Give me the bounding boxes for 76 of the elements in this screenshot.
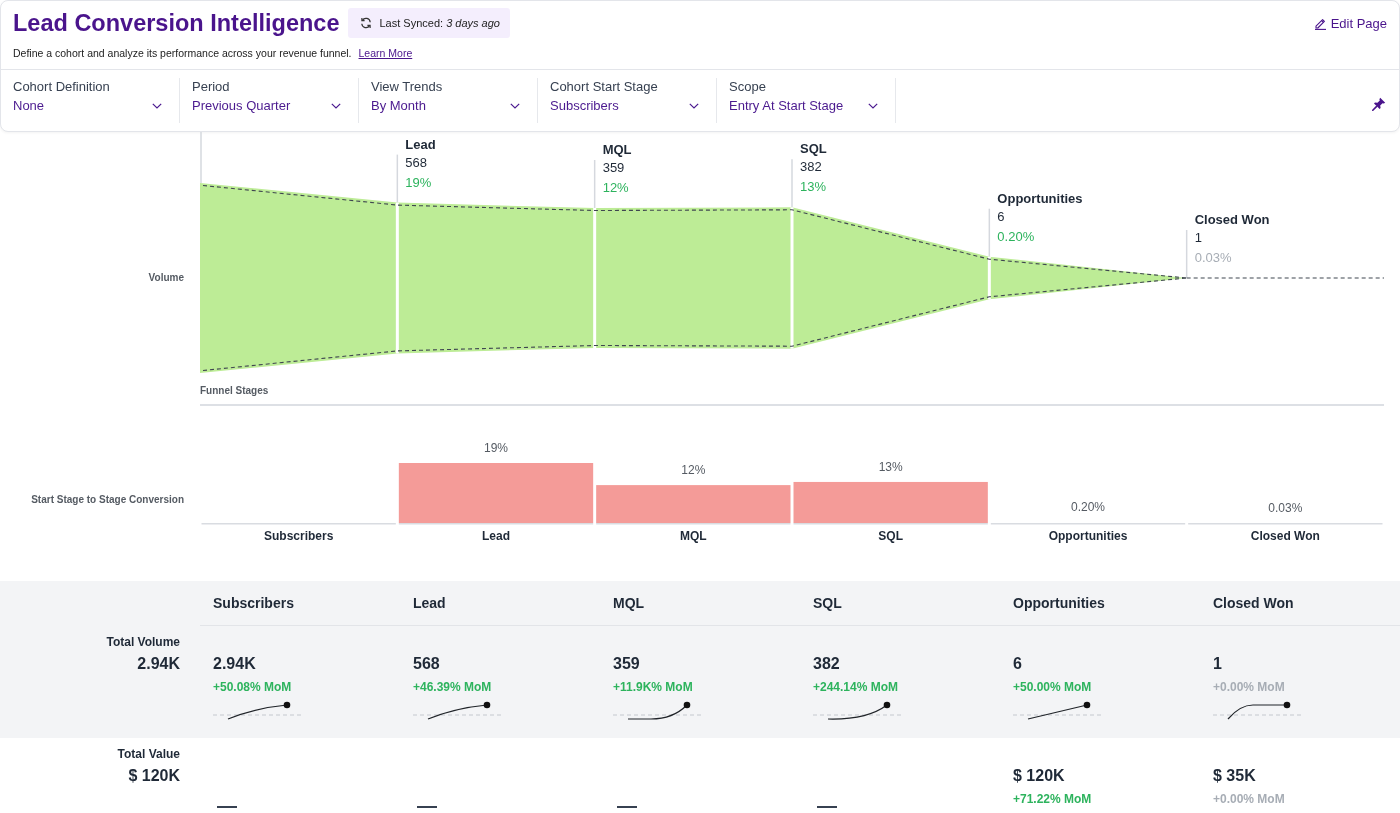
filter-label: Scope [729,78,767,95]
metric-change: +50.08% MoM [213,679,292,695]
stage-conversion-rate: 19% [405,174,432,191]
chevron-down-icon [152,103,162,109]
metric-value: 2.94K [213,654,256,674]
category-label: MQL [680,529,707,543]
row-label: Total Volume [106,634,180,650]
metric-change: +46.39% MoM [413,679,492,695]
stage-count: 6 [997,208,1005,225]
chevron-down-icon [689,103,699,109]
stage-conversion-rate: 0.03% [1194,250,1232,266]
stage-conversion-rate: 12% [602,180,629,196]
dash-icon [617,806,637,808]
category-label: SQL [878,529,903,543]
filter-dropdown[interactable]: None [13,97,162,115]
bar-value-label: 13% [878,459,903,474]
axis-label: Start Stage to Stage Conversion [31,493,184,507]
metric-change: +244.14% MoM [813,679,899,695]
metric-value: 359 [613,654,640,674]
chevron-down-icon [510,103,520,109]
dash-icon [417,806,437,808]
stage-name: MQL [602,142,632,158]
filter-label: Cohort Start Stage [550,78,659,95]
filter-dropdown[interactable]: By Month [371,97,520,115]
metric-value: 6 [1013,654,1022,674]
filter-label: Period [192,78,231,95]
filter-dropdown[interactable]: Entry At Start Stage [729,97,878,115]
stage-count: 359 [602,160,625,176]
category-label: Lead [482,529,510,543]
stage-name: Lead [405,136,436,153]
filter-label: View Trends [371,78,444,95]
dash-icon [817,806,837,808]
metric-change: +0.00% MoM [1213,679,1285,695]
axis-label: Funnel Stages [200,384,269,398]
page-title: Lead Conversion Intelligence [13,9,340,38]
stage-name: Opportunities [997,190,1083,207]
row-total: 2.94K [137,654,180,674]
page-description: Define a cohort and analyze its performance across your revenue funnel. [13,47,352,59]
stage-name: Closed Won [1194,212,1270,228]
category-label: Opportunities [1048,529,1128,543]
chevron-down-icon [331,103,341,109]
edit-page-link[interactable]: Edit Page [1313,15,1387,31]
stage-conversion-rate: 0.20% [997,228,1035,245]
metric-change: +71.22% MoM [1013,791,1092,807]
bar-value-label: 19% [484,441,508,455]
refresh-icon[interactable] [360,17,373,29]
stage-count: 382 [800,159,822,176]
metric-change: +50.00% MoM [1013,679,1092,695]
bar-value-label: 0.03% [1268,500,1303,515]
stage-name: SQL [800,141,827,158]
category-label: Closed Won [1250,529,1320,543]
row-total: $ 120K [128,766,180,786]
metric-change: +11.9K% MoM [613,679,693,695]
axis-label: Volume [148,271,184,285]
sync-status-text: Last Synced: 3 days ago [379,17,500,29]
bar-value-label: 12% [681,463,706,478]
category-label: Subscribers [264,529,334,543]
metric-value: 1 [1213,654,1222,674]
stage-count: 1 [1194,230,1202,246]
metric-value: $ 120K [1013,766,1065,786]
stage-conversion-rate: 13% [800,179,827,196]
chevron-down-icon [868,103,878,109]
metric-value: 568 [413,654,440,674]
row-label: Total Value [117,746,180,762]
metric-change: +0.00% MoM [1213,791,1285,807]
learn-more-link[interactable]: Learn More [358,47,413,59]
pin-icon[interactable] [1372,96,1386,111]
metric-value: $ 35K [1213,766,1256,786]
pencil-icon [1313,16,1327,30]
bar-value-label: 0.20% [1071,500,1105,515]
stage-count: 568 [405,154,428,171]
filter-label: Cohort Definition [13,78,111,95]
dash-icon [217,806,237,808]
filter-dropdown[interactable]: Previous Quarter [192,97,341,115]
metric-value: 382 [813,654,840,674]
filter-dropdown[interactable]: Subscribers [550,97,699,115]
